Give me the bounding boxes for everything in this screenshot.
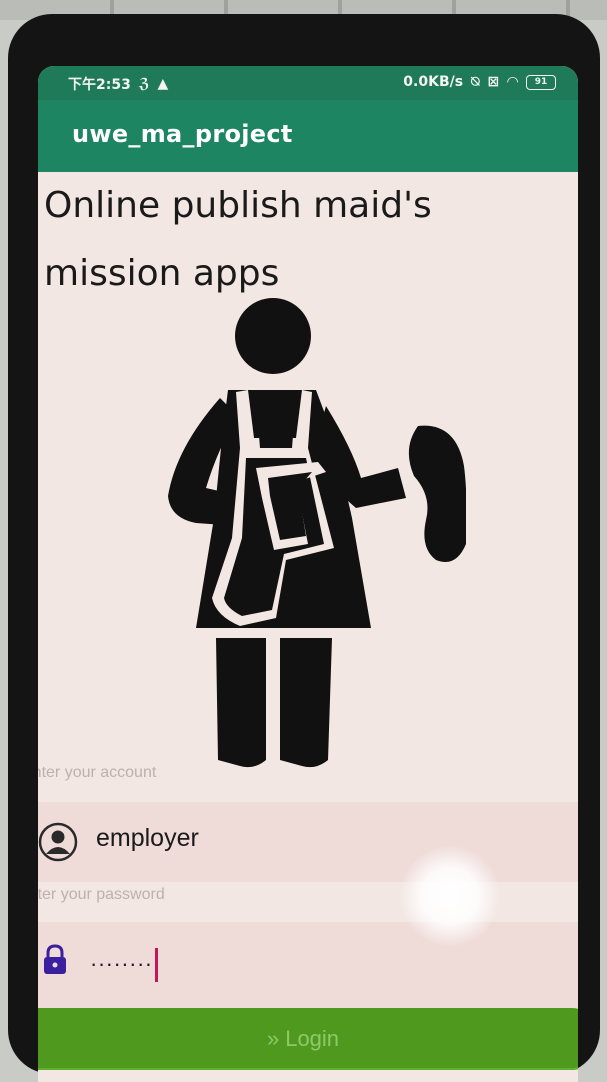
warning-icon: ▲	[157, 76, 169, 92]
user-icon	[38, 822, 78, 862]
headline-line-1: Online publish maid's	[44, 185, 432, 226]
password-label: Enter your password	[38, 886, 165, 903]
status-bar: 下午2:53 ℨ ▲ 0.0KB/s ⍉ ⊠ ◠ 91	[38, 66, 578, 100]
password-input[interactable]: ········	[90, 948, 158, 982]
account-input[interactable]: employer	[96, 824, 199, 853]
account-label: Enter your account	[38, 764, 157, 781]
text-cursor	[154, 948, 158, 982]
login-button-label: Login	[285, 1026, 340, 1051]
maid-illustration	[168, 298, 466, 768]
app-screen: 下午2:53 ℨ ▲ 0.0KB/s ⍉ ⊠ ◠ 91 uwe_ma_proje…	[38, 66, 578, 1082]
wifi-icon: ◠	[507, 74, 518, 90]
headline: Online publish maid's mission apps	[44, 172, 564, 308]
login-button[interactable]: » Login	[38, 1008, 578, 1070]
mute-icon: ⍉	[471, 74, 480, 90]
sim-icon: ⊠	[487, 74, 500, 90]
status-time: 下午2:53	[68, 77, 131, 93]
password-input-row[interactable]: ········	[38, 922, 578, 1008]
login-arrow-icon: »	[266, 1026, 280, 1051]
account-input-row[interactable]: employer	[38, 802, 578, 882]
screen-glare	[400, 846, 500, 946]
app-bar: uwe_ma_project	[38, 100, 578, 172]
password-dots: ········	[90, 950, 153, 976]
notification-icon: ℨ	[138, 76, 150, 92]
lock-icon	[44, 944, 66, 974]
battery-icon: 91	[526, 74, 556, 90]
app-title: uwe_ma_project	[72, 120, 293, 148]
phone-frame: 下午2:53 ℨ ▲ 0.0KB/s ⍉ ⊠ ◠ 91 uwe_ma_proje…	[8, 14, 600, 1082]
network-speed: 0.0KB/s	[403, 74, 464, 90]
